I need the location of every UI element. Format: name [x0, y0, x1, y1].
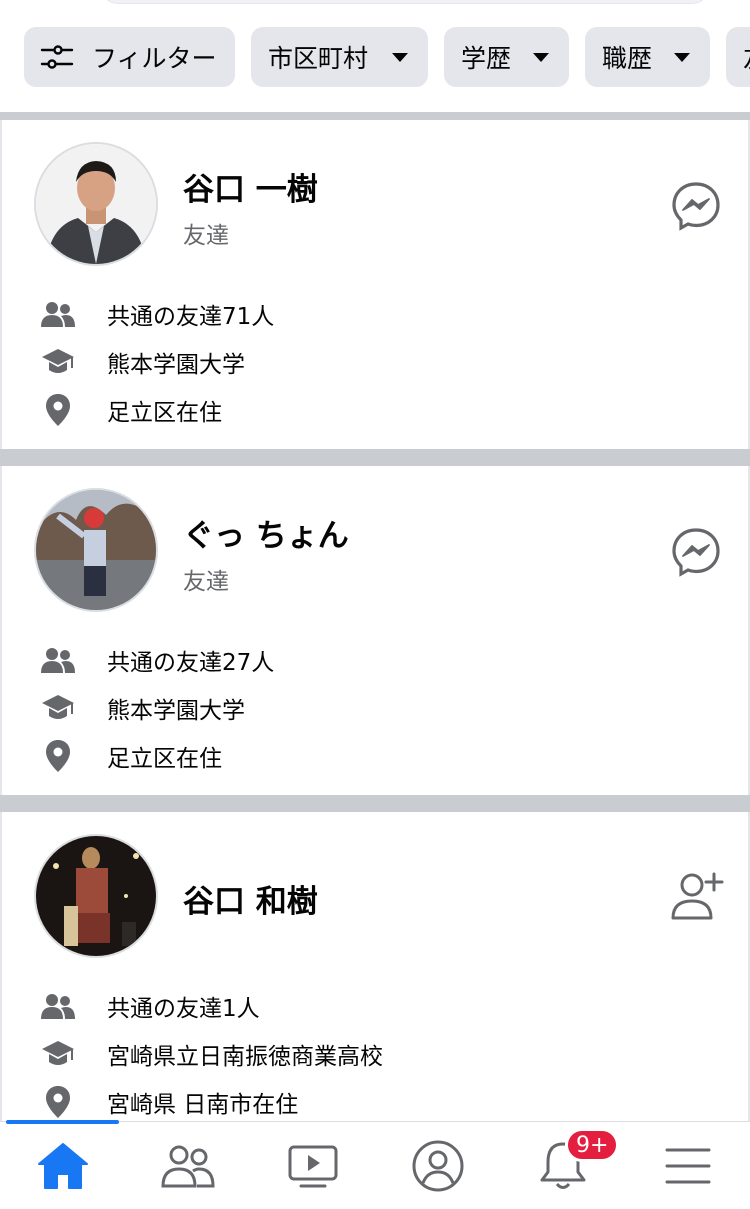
watch-icon [288, 1145, 338, 1188]
friends-icon [40, 988, 76, 1024]
location-row: 足立区在住 [40, 390, 222, 430]
mutual-friends-text: 共通の友達1人 [107, 996, 260, 1022]
tab-profile[interactable] [408, 1136, 468, 1196]
active-tab-indicator [6, 1120, 119, 1124]
education-row: 熊本学園大学 [40, 688, 245, 728]
education-text: 熊本学園大学 [107, 698, 245, 724]
location-text: 足立区在住 [107, 400, 222, 426]
message-button[interactable] [670, 526, 722, 578]
work-filter-label: 職歴 [602, 44, 653, 73]
education-filter-chip[interactable]: 学歴 [444, 27, 569, 87]
location-row: 宮崎県 日南市在住 [40, 1082, 298, 1122]
friends-filter-chip[interactable]: 友 [726, 27, 750, 87]
filter-label: フィルター [92, 44, 217, 73]
tab-home[interactable] [33, 1136, 93, 1196]
avatar[interactable] [34, 142, 158, 266]
friends-filter-label: 友 [743, 39, 750, 75]
location-pin-icon [40, 1084, 76, 1120]
friends-icon [40, 642, 76, 678]
sliders-icon [40, 45, 74, 69]
mutual-friends-row: 共通の友達27人 [40, 640, 274, 680]
home-icon [38, 1143, 88, 1189]
notification-badge: 9+ [565, 1128, 620, 1162]
education-row: 熊本学園大学 [40, 342, 245, 382]
messenger-icon [672, 528, 720, 577]
person-name[interactable]: ぐっ ちょん [183, 510, 349, 555]
education-text: 熊本学園大学 [107, 352, 245, 378]
relation-label: 友達 [183, 223, 229, 249]
separator [0, 449, 750, 466]
education-filter-label: 学歴 [461, 44, 512, 73]
bottom-tab-bar [0, 1120, 750, 1209]
friends-icon [161, 1145, 215, 1188]
result-card[interactable]: 谷口 和樹 共通の友達1人 宮崎県立日南振徳商業高校 宮崎県 日南市在住 [0, 812, 750, 1121]
location-pin-icon [40, 738, 76, 774]
location-row: 足立区在住 [40, 736, 222, 776]
city-filter-chip[interactable]: 市区町村 [251, 27, 428, 87]
mutual-friends-row: 共通の友達1人 [40, 986, 260, 1026]
education-text: 宮崎県立日南振徳商業高校 [107, 1044, 383, 1070]
education-row: 宮崎県立日南振徳商業高校 [40, 1034, 383, 1074]
tab-friends[interactable] [158, 1136, 218, 1196]
person-name[interactable]: 谷口 和樹 [183, 876, 318, 921]
relation-label: 友達 [183, 569, 229, 595]
work-filter-chip[interactable]: 職歴 [585, 27, 710, 87]
caret-down-icon [392, 53, 408, 62]
mutual-friends-row: 共通の友達71人 [40, 294, 274, 334]
mutual-friends-text: 共通の友達27人 [107, 650, 275, 676]
city-filter-label: 市区町村 [268, 44, 369, 73]
graduation-cap-icon [40, 344, 76, 380]
result-card[interactable]: 谷口 一樹 友達 共通の友達71人 熊本学園大学 足立区在住 [0, 120, 750, 449]
menu-icon [665, 1148, 711, 1184]
tab-watch[interactable] [283, 1136, 343, 1196]
avatar[interactable] [34, 488, 158, 612]
graduation-cap-icon [40, 690, 76, 726]
location-text: 足立区在住 [107, 746, 222, 772]
tab-menu[interactable] [658, 1136, 718, 1196]
result-card[interactable]: ぐっ ちょん 友達 共通の友達27人 熊本学園大学 足立区在住 [0, 466, 750, 795]
location-pin-icon [40, 392, 76, 428]
person-name[interactable]: 谷口 一樹 [183, 164, 318, 209]
add-friend-icon [671, 872, 724, 920]
filter-bar: フィルター 市区町村 学歴 職歴 友 [0, 0, 750, 112]
separator [0, 795, 750, 812]
friends-icon [40, 296, 76, 332]
avatar[interactable] [34, 834, 158, 958]
graduation-cap-icon [40, 1036, 76, 1072]
separator [0, 112, 750, 120]
messenger-icon [672, 182, 720, 231]
add-friend-button[interactable] [670, 870, 724, 922]
mutual-friends-text: 共通の友達71人 [107, 304, 275, 330]
caret-down-icon [533, 53, 549, 62]
location-text: 宮崎県 日南市在住 [107, 1092, 299, 1118]
profile-icon [412, 1140, 464, 1192]
message-button[interactable] [670, 180, 722, 232]
filter-button[interactable]: フィルター [24, 27, 235, 87]
caret-down-icon [674, 53, 690, 62]
